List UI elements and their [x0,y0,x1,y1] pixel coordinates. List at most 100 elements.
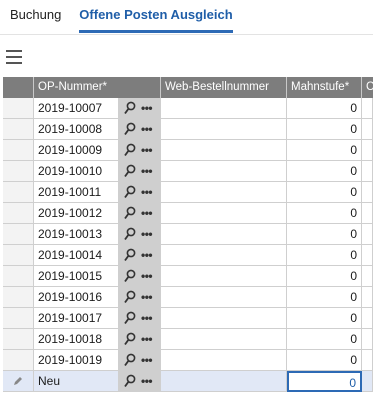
table-row[interactable]: 2019-10018 ••• 0 [3,329,373,350]
web-bestellnummer-cell[interactable] [161,350,287,371]
op-nummer-cell[interactable]: 2019-10014 [34,245,119,266]
op-nummer-cell[interactable]: 2019-10007 [34,98,119,119]
row-selector[interactable] [3,371,34,392]
more-dots-icon[interactable]: ••• [141,203,153,223]
table-row[interactable]: 2019-10013 ••• 0 [3,224,373,245]
op-nummer-cell[interactable]: Neu [34,371,119,392]
more-dots-icon[interactable]: ••• [141,140,153,160]
mahnstufe-cell[interactable]: 0 [287,308,362,329]
web-bestellnummer-cell[interactable] [161,266,287,287]
next-column-cell[interactable] [362,98,373,119]
mahnstufe-cell[interactable]: 0 [287,371,362,392]
op-nummer-cell[interactable]: 2019-10015 [34,266,119,287]
table-row[interactable]: 2019-10019 ••• 0 [3,350,373,371]
web-bestellnummer-cell[interactable] [161,140,287,161]
more-dots-icon[interactable]: ••• [141,350,153,370]
web-bestellnummer-cell[interactable] [161,308,287,329]
next-column-cell[interactable] [362,119,373,140]
table-row[interactable]: 2019-10010 ••• 0 [3,161,373,182]
row-selector[interactable] [3,266,34,287]
web-bestellnummer-cell[interactable] [161,287,287,308]
next-column-cell[interactable] [362,266,373,287]
web-bestellnummer-cell[interactable] [161,98,287,119]
op-nummer-cell[interactable]: 2019-10010 [34,161,119,182]
op-nummer-cell[interactable]: 2019-10011 [34,182,119,203]
more-dots-icon[interactable]: ••• [141,308,153,328]
row-selector[interactable] [3,245,34,266]
row-selector[interactable] [3,350,34,371]
next-column-cell[interactable] [362,161,373,182]
mahnstufe-cell[interactable]: 0 [287,287,362,308]
next-column-cell[interactable] [362,308,373,329]
table-row[interactable]: 2019-10007 ••• 0 [3,98,373,119]
row-selector[interactable] [3,98,34,119]
header-op-nummer[interactable]: OP-Nummer* [34,77,161,98]
mahnstufe-cell[interactable]: 0 [287,350,362,371]
mahnstufe-cell[interactable]: 0 [287,245,362,266]
table-row[interactable]: 2019-10009 ••• 0 [3,140,373,161]
more-dots-icon[interactable]: ••• [141,371,153,391]
op-nummer-cell[interactable]: 2019-10008 [34,119,119,140]
mahnstufe-cell[interactable]: 0 [287,224,362,245]
row-selector[interactable] [3,287,34,308]
more-dots-icon[interactable]: ••• [141,161,153,181]
web-bestellnummer-cell[interactable] [161,161,287,182]
web-bestellnummer-cell[interactable] [161,182,287,203]
table-row[interactable]: 2019-10014 ••• 0 [3,245,373,266]
web-bestellnummer-cell[interactable] [161,245,287,266]
op-nummer-cell[interactable]: 2019-10016 [34,287,119,308]
mahnstufe-cell[interactable]: 0 [287,329,362,350]
row-selector[interactable] [3,119,34,140]
hamburger-menu-icon[interactable] [6,50,22,64]
row-selector[interactable] [3,308,34,329]
new-row[interactable]: Neu ••• 0 [3,371,373,392]
row-selector[interactable] [3,203,34,224]
more-dots-icon[interactable]: ••• [141,287,153,307]
more-dots-icon[interactable]: ••• [141,98,153,118]
next-column-cell[interactable] [362,287,373,308]
more-dots-icon[interactable]: ••• [141,119,153,139]
mahnstufe-cell[interactable]: 0 [287,119,362,140]
row-selector[interactable] [3,182,34,203]
more-dots-icon[interactable]: ••• [141,224,153,244]
mahnstufe-cell[interactable]: 0 [287,98,362,119]
mahnstufe-cell[interactable]: 0 [287,266,362,287]
more-dots-icon[interactable]: ••• [141,245,153,265]
op-nummer-cell[interactable]: 2019-10018 [34,329,119,350]
next-column-cell[interactable] [362,224,373,245]
more-dots-icon[interactable]: ••• [141,329,153,349]
mahnstufe-cell[interactable]: 0 [287,203,362,224]
header-web-bestellnummer[interactable]: Web-Bestellnummer [161,77,287,98]
op-nummer-cell[interactable]: 2019-10013 [34,224,119,245]
next-column-cell[interactable] [362,140,373,161]
row-selector[interactable] [3,140,34,161]
header-mahnstufe[interactable]: Mahnstufe* [287,77,362,98]
op-nummer-cell[interactable]: 2019-10009 [34,140,119,161]
next-column-cell[interactable] [362,245,373,266]
op-nummer-cell[interactable]: 2019-10017 [34,308,119,329]
op-nummer-cell[interactable]: 2019-10012 [34,203,119,224]
next-column-cell[interactable] [362,182,373,203]
more-dots-icon[interactable]: ••• [141,182,153,202]
table-row[interactable]: 2019-10012 ••• 0 [3,203,373,224]
web-bestellnummer-cell[interactable] [161,371,287,392]
tab-buchung[interactable]: Buchung [10,0,61,33]
next-column-cell[interactable] [362,371,373,392]
table-row[interactable]: 2019-10017 ••• 0 [3,308,373,329]
mahnstufe-cell[interactable]: 0 [287,140,362,161]
next-column-cell[interactable] [362,350,373,371]
table-row[interactable]: 2019-10015 ••• 0 [3,266,373,287]
row-selector[interactable] [3,161,34,182]
table-row[interactable]: 2019-10011 ••• 0 [3,182,373,203]
row-selector[interactable] [3,329,34,350]
mahnstufe-cell[interactable]: 0 [287,182,362,203]
web-bestellnummer-cell[interactable] [161,119,287,140]
web-bestellnummer-cell[interactable] [161,329,287,350]
more-dots-icon[interactable]: ••• [141,266,153,286]
web-bestellnummer-cell[interactable] [161,203,287,224]
next-column-cell[interactable] [362,203,373,224]
web-bestellnummer-cell[interactable] [161,224,287,245]
row-selector[interactable] [3,224,34,245]
table-row[interactable]: 2019-10008 ••• 0 [3,119,373,140]
op-nummer-cell[interactable]: 2019-10019 [34,350,119,371]
